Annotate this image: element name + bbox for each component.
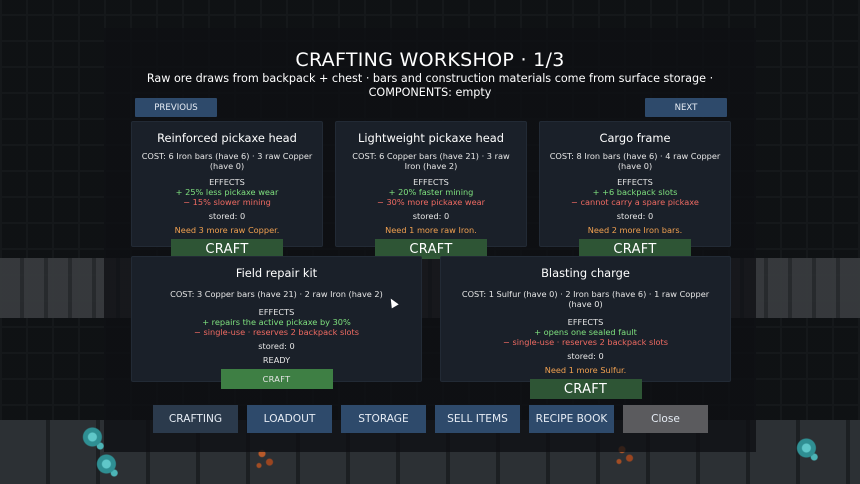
effects-heading: EFFECTS xyxy=(617,177,653,187)
recipe-name: Blasting charge xyxy=(541,266,630,280)
effect-negative: − 15% slower mining xyxy=(183,197,271,207)
recipe-name: Cargo frame xyxy=(599,131,671,145)
recipe-card-field-repair-kit: Field repair kit COST: 3 Copper bars (ha… xyxy=(131,256,422,389)
recipe-name: Lightweight pickaxe head xyxy=(358,131,504,145)
tab-storage[interactable]: STORAGE xyxy=(341,405,426,433)
stored-count: stored: 0 xyxy=(208,211,246,221)
stored-count: stored: 0 xyxy=(567,351,604,361)
recipe-cost: COST: 3 Copper bars (have 21) · 2 raw Ir… xyxy=(170,289,383,299)
tab-sell-items[interactable]: SELL ITEMS xyxy=(435,405,520,433)
recipe-name: Field repair kit xyxy=(235,266,318,280)
recipe-cost: COST: 6 Copper bars (have 21) · 3 raw Ir… xyxy=(352,151,510,171)
page-subtitle: Raw ore draws from backpack + chest · ba… xyxy=(146,72,714,99)
effect-positive: + 25% less pickaxe wear xyxy=(175,187,279,197)
effects-heading: EFFECTS xyxy=(209,177,245,187)
page-title: CRAFTING WORKSHOP · 1/3 xyxy=(295,49,565,71)
stored-count: stored: 0 xyxy=(258,341,295,351)
effect-negative: − single-use · reserves 2 backpack slots xyxy=(194,327,359,337)
ore-crystal-icon xyxy=(96,452,122,482)
effect-positive: + repairs the active pickaxe by 30% xyxy=(202,317,351,327)
recipe-card-reinforced-pickaxe-head: Reinforced pickaxe head COST: 6 Iron bar… xyxy=(131,121,323,259)
recipe-cost: COST: 1 Sulfur (have 0) · 2 Iron bars (h… xyxy=(461,289,710,309)
recipe-cost: COST: 8 Iron bars (have 6) · 4 raw Coppe… xyxy=(549,151,721,171)
craft-button[interactable]: CRAFT xyxy=(529,379,642,399)
recipe-cost: COST: 6 Iron bars (have 6) · 3 raw Coppe… xyxy=(141,151,313,171)
effects-heading: EFFECTS xyxy=(567,317,604,327)
requirement-status: Need 3 more raw Copper. xyxy=(174,225,280,235)
effect-negative: − cannot carry a spare pickaxe xyxy=(571,197,699,207)
ore-crystal-icon xyxy=(796,436,822,466)
requirement-status: Need 1 more raw Iron. xyxy=(385,225,477,235)
tab-loadout[interactable]: LOADOUT xyxy=(247,405,332,433)
effects-heading: EFFECTS xyxy=(413,177,449,187)
tab-recipe-book[interactable]: RECIPE BOOK xyxy=(529,405,614,433)
recipe-card-lightweight-pickaxe-head: Lightweight pickaxe head COST: 6 Copper … xyxy=(335,121,527,259)
recipe-card-cargo-frame: Cargo frame COST: 8 Iron bars (have 6) ·… xyxy=(539,121,731,259)
recipe-name: Reinforced pickaxe head xyxy=(157,131,297,145)
effect-positive: + +6 backpack slots xyxy=(592,187,678,197)
recipe-card-blasting-charge: Blasting charge COST: 1 Sulfur (have 0) … xyxy=(440,256,731,399)
tab-crafting[interactable]: CRAFTING xyxy=(153,405,238,433)
previous-button[interactable]: PREVIOUS xyxy=(135,98,217,117)
effect-negative: − 30% more pickaxe wear xyxy=(376,197,485,207)
ready-status: READY xyxy=(262,355,291,365)
effects-heading: EFFECTS xyxy=(258,307,295,317)
close-button[interactable]: Close xyxy=(623,405,708,433)
stored-count: stored: 0 xyxy=(616,211,654,221)
requirement-status: Need 2 more Iron bars. xyxy=(587,225,683,235)
effect-negative: − single-use · reserves 2 backpack slots xyxy=(503,337,668,347)
effect-positive: + opens one sealed fault xyxy=(534,327,637,337)
stored-count: stored: 0 xyxy=(412,211,450,221)
craft-button[interactable]: CRAFT xyxy=(220,369,333,389)
requirement-status: Need 1 more Sulfur. xyxy=(544,365,627,375)
effect-positive: + 20% faster mining xyxy=(388,187,474,197)
next-button[interactable]: NEXT xyxy=(645,98,727,117)
